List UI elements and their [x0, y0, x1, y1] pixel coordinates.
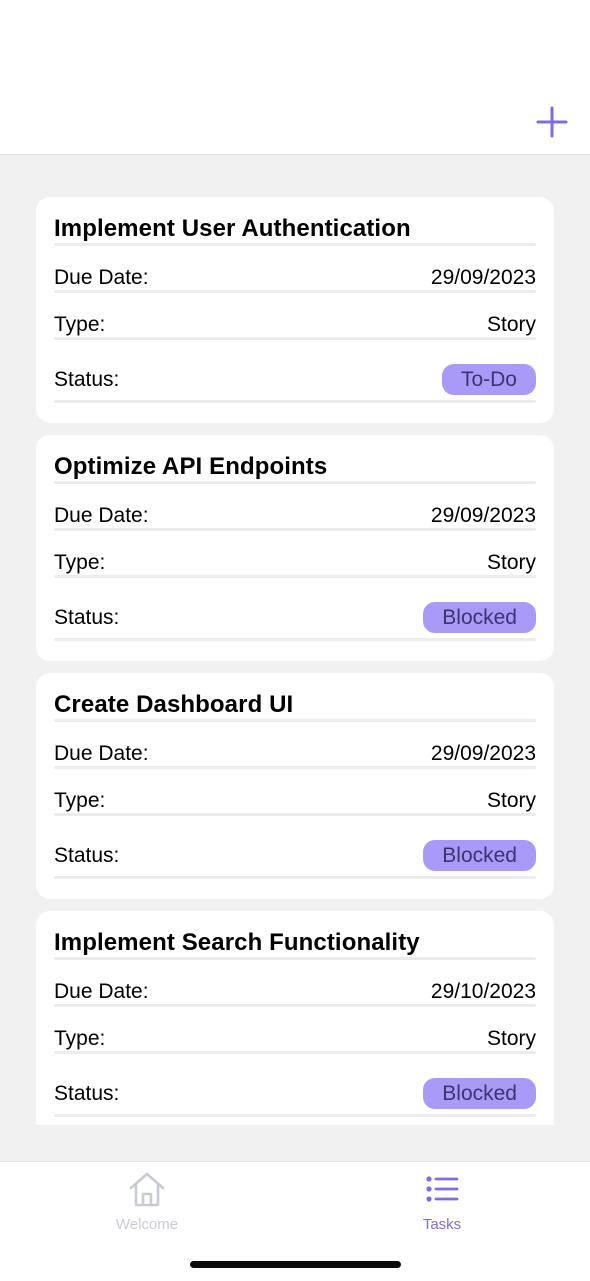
task-title: Optimize API Endpoints — [54, 453, 328, 480]
divider — [54, 1004, 536, 1007]
top-bar — [0, 0, 590, 155]
divider — [54, 290, 536, 293]
task-card[interactable]: Optimize API Endpoints Due Date: 29/09/2… — [36, 435, 554, 661]
home-icon — [129, 1172, 165, 1207]
type-value: Story — [486, 789, 536, 812]
divider — [54, 481, 536, 484]
status-badge[interactable]: To-Do — [441, 364, 536, 395]
type-value: Story — [486, 1027, 536, 1050]
divider — [54, 400, 536, 403]
add-task-button[interactable] — [536, 106, 568, 138]
divider — [54, 528, 536, 531]
status-label: Status: — [54, 368, 120, 391]
status-badge[interactable]: Blocked — [423, 1078, 536, 1109]
task-list[interactable]: Implement User Authentication Due Date: … — [0, 155, 590, 1125]
divider — [54, 719, 536, 722]
status-label: Status: — [54, 1082, 120, 1105]
type-value: Story — [486, 551, 536, 574]
type-label: Type: — [54, 789, 106, 812]
due-date-label: Due Date: — [54, 504, 149, 527]
status-label: Status: — [54, 606, 120, 629]
due-date-value: 29/10/2023 — [430, 980, 536, 1003]
status-badge[interactable]: Blocked — [423, 840, 536, 871]
divider — [54, 575, 536, 578]
task-title: Create Dashboard UI — [54, 691, 294, 718]
tab-tasks[interactable]: Tasks — [362, 1170, 522, 1242]
task-card[interactable]: Implement User Authentication Due Date: … — [36, 197, 554, 423]
divider — [54, 813, 536, 816]
divider — [54, 1114, 536, 1117]
divider — [54, 638, 536, 641]
due-date-value: 29/09/2023 — [430, 504, 536, 527]
task-card[interactable]: Create Dashboard UI Due Date: 29/09/2023… — [36, 673, 554, 899]
due-date-value: 29/09/2023 — [430, 266, 536, 289]
divider — [54, 876, 536, 879]
due-date-value: 29/09/2023 — [430, 742, 536, 765]
task-title: Implement User Authentication — [54, 215, 411, 242]
tab-welcome-label: Welcome — [115, 1216, 179, 1233]
divider — [54, 957, 536, 960]
type-label: Type: — [54, 1027, 106, 1050]
divider — [54, 337, 536, 340]
status-badge[interactable]: Blocked — [423, 602, 536, 633]
task-title: Implement Search Functionality — [54, 929, 420, 956]
due-date-label: Due Date: — [54, 980, 149, 1003]
type-label: Type: — [54, 313, 106, 336]
home-indicator[interactable] — [190, 1261, 401, 1268]
due-date-label: Due Date: — [54, 266, 149, 289]
type-value: Story — [486, 313, 536, 336]
list-icon — [426, 1176, 459, 1202]
tab-welcome[interactable]: Welcome — [67, 1170, 227, 1242]
status-label: Status: — [54, 844, 120, 867]
type-label: Type: — [54, 551, 106, 574]
plus-icon — [536, 106, 568, 138]
tab-tasks-label: Tasks — [422, 1216, 462, 1233]
divider — [54, 243, 536, 246]
due-date-label: Due Date: — [54, 742, 149, 765]
task-card[interactable]: Implement Search Functionality Due Date:… — [36, 911, 554, 1125]
divider — [54, 1051, 536, 1054]
divider — [54, 766, 536, 769]
